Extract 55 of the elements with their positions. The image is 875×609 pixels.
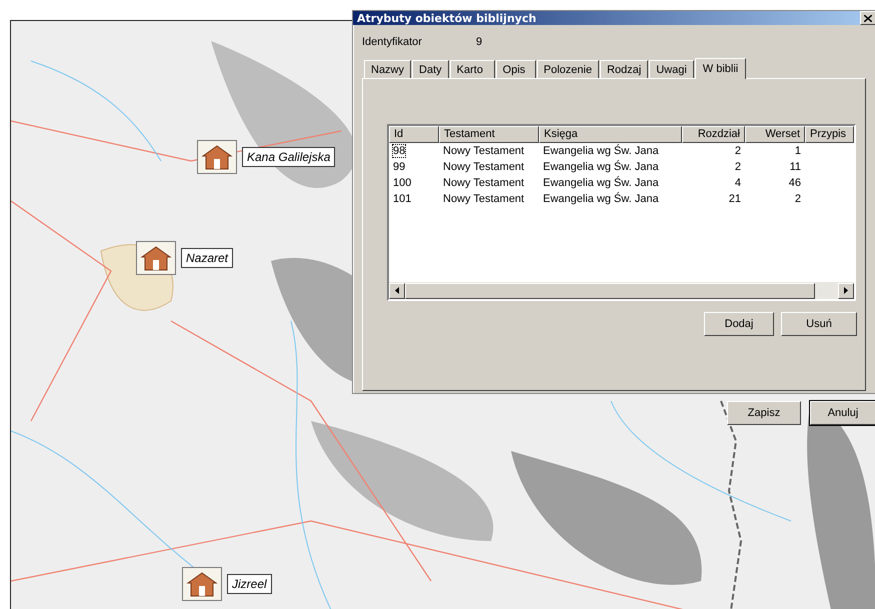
- table-cell: 101: [393, 193, 412, 205]
- table-cell: Nowy Testament: [443, 145, 524, 157]
- marker-label: Kana Galilejska: [242, 147, 336, 167]
- left-arrow-icon: [395, 287, 399, 294]
- column-header[interactable]: Testament: [439, 126, 539, 143]
- tab[interactable]: W biblii: [694, 58, 746, 79]
- close-button[interactable]: [860, 11, 875, 25]
- table-cell: 98: [393, 145, 406, 157]
- tab[interactable]: Daty: [412, 60, 449, 78]
- table-cell: 1: [794, 145, 801, 157]
- field-label: Identyfikator: [362, 36, 423, 48]
- window-title: Atrybuty obiektów biblijnych: [357, 12, 536, 24]
- table-cell: 2: [794, 193, 801, 205]
- dialog-button[interactable]: Anuluj: [810, 401, 875, 425]
- tab[interactable]: Rodzaj: [600, 60, 648, 78]
- table-cell: 46: [788, 177, 801, 189]
- table-cell: Nowy Testament: [443, 161, 524, 173]
- marker-label: Nazaret: [181, 248, 234, 268]
- horizontal-scrollbar[interactable]: [389, 282, 854, 299]
- marker-icon[interactable]: [197, 140, 237, 174]
- column-header[interactable]: Rozdział: [682, 126, 745, 143]
- tab[interactable]: Polozenie: [536, 60, 599, 78]
- tab[interactable]: Karto: [450, 60, 495, 78]
- table-cell: Nowy Testament: [443, 193, 524, 205]
- marker-icon[interactable]: [182, 567, 222, 601]
- panel-button[interactable]: Usuń: [781, 312, 857, 336]
- column-header[interactable]: Id: [389, 126, 439, 143]
- column-header[interactable]: Księga: [539, 126, 682, 143]
- table-cell: 21: [728, 193, 741, 205]
- marker-label: Jizreel: [227, 574, 272, 594]
- table-cell: 2: [734, 145, 741, 157]
- tab[interactable]: Uwagi: [649, 60, 694, 78]
- house-icon: [186, 571, 218, 597]
- tab[interactable]: Nazwy: [364, 60, 412, 78]
- table-cell: Ewangelia wg Św. Jana: [543, 161, 659, 173]
- table-cell: Ewangelia wg Św. Jana: [543, 193, 659, 205]
- house-icon: [140, 245, 172, 271]
- right-arrow-icon: [844, 287, 848, 294]
- table-cell: 100: [393, 177, 412, 189]
- panel-button[interactable]: Dodaj: [704, 312, 774, 336]
- table-cell: Nowy Testament: [443, 177, 524, 189]
- dialog-button[interactable]: Zapisz: [727, 401, 801, 425]
- marker-icon[interactable]: [136, 241, 176, 275]
- table-cell: 99: [393, 161, 406, 173]
- house-icon: [201, 144, 233, 170]
- column-header[interactable]: Przypis: [805, 126, 854, 143]
- field-value: 9: [476, 36, 482, 48]
- table-cell: Ewangelia wg Św. Jana: [543, 177, 659, 189]
- column-header[interactable]: Werset: [745, 126, 805, 143]
- table-cell: Ewangelia wg Św. Jana: [543, 145, 659, 157]
- tab[interactable]: Opis: [496, 60, 536, 78]
- table-cell: 11: [790, 161, 801, 173]
- table-cell: 2: [734, 161, 741, 173]
- table-cell: 4: [734, 177, 741, 189]
- close-icon: [864, 14, 872, 22]
